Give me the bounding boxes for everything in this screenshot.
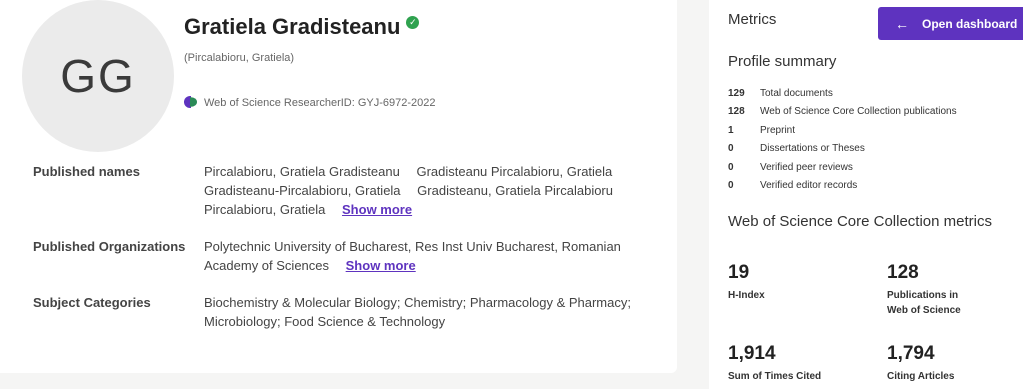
published-name: Pircalabioru, Gratiela — [204, 202, 326, 217]
h-index-metric: 19 H-Index — [728, 262, 765, 303]
published-name: Gradisteanu Pircalabioru, Gratiela — [416, 164, 613, 179]
core-collection-metrics-title: Web of Science Core Collection metrics — [728, 213, 992, 230]
publications-metric: 128 Publications in Web of Science — [887, 262, 961, 318]
citing-articles-label: Citing Articles — [887, 371, 955, 382]
metrics-title: Metrics — [728, 11, 777, 28]
subject-categories-label: Subject Categories — [33, 295, 151, 310]
metrics-panel: Metrics ← Open dashboard Profile summary… — [709, 0, 1023, 389]
web-of-science-logo-icon — [184, 96, 197, 109]
publications-label: Publications in Web of Science — [887, 288, 961, 318]
summary-count: 0 — [728, 161, 734, 173]
summary-label: Verified peer reviews — [760, 161, 853, 173]
alternate-name: (Pircalabioru, Gratiela) — [184, 52, 295, 64]
summary-label: Preprint — [760, 124, 796, 136]
published-names-list: Pircalabioru, Gratiela Gradisteanu Gradi… — [204, 162, 664, 219]
subjects-line: Biochemistry & Molecular Biology; Chemis… — [204, 295, 631, 310]
profile-name-row: Gratiela Gradisteanu ✓ — [184, 14, 420, 40]
organizations-value: Polytechnic University of Bucharest, Res… — [204, 237, 664, 275]
citing-articles-metric: 1,794 Citing Articles — [887, 343, 954, 384]
times-cited-label: Sum of Times Cited — [728, 371, 822, 382]
citing-articles-value: 1,794 — [887, 343, 935, 364]
summary-count: 1 — [728, 124, 734, 136]
summary-row: 0 Verified peer reviews — [728, 158, 957, 177]
published-name: Gradisteanu, Gratiela Pircalabioru — [417, 183, 613, 198]
summary-count: 0 — [728, 143, 734, 155]
researcher-id: Web of Science ResearcherID: GYJ-6972-20… — [204, 96, 436, 109]
h-index-label: H-Index — [728, 290, 765, 301]
summary-row: 128 Web of Science Core Collection publi… — [728, 103, 957, 122]
published-names-label: Published names — [33, 164, 140, 179]
open-dashboard-label: Open dashboard — [922, 16, 1018, 31]
avatar: GG — [22, 0, 174, 152]
organizations-line: Academy of Sciences — [204, 258, 330, 273]
summary-row: 0 Verified editor records — [728, 177, 957, 196]
summary-label: Web of Science Core Collection publicati… — [760, 106, 957, 118]
organizations-label: Published Organizations — [33, 239, 186, 254]
show-more-organizations-link[interactable]: Show more — [346, 258, 416, 273]
summary-count: 128 — [728, 106, 745, 118]
times-cited-metric: 1,914 Sum of Times Cited — [728, 343, 821, 384]
profile-summary-title: Profile summary — [728, 53, 837, 70]
summary-row: 1 Preprint — [728, 121, 957, 140]
published-name: Gradisteanu-Pircalabioru, Gratiela — [204, 183, 401, 198]
summary-row: 129 Total documents — [728, 84, 957, 103]
publications-value: 128 — [887, 262, 919, 283]
publications-label-line: Web of Science — [887, 305, 961, 316]
summary-count: 129 — [728, 87, 745, 99]
summary-row: 0 Dissertations or Theses — [728, 140, 957, 159]
researcher-id-row: Web of Science ResearcherID: GYJ-6972-20… — [184, 96, 436, 109]
organizations-line: Polytechnic University of Bucharest, Res… — [204, 239, 621, 254]
show-more-names-link[interactable]: Show more — [342, 202, 412, 217]
h-index-value: 19 — [728, 262, 750, 283]
summary-label: Verified editor records — [760, 180, 858, 192]
arrow-left-icon: ← — [895, 15, 909, 32]
profile-card: GG Gratiela Gradisteanu ✓ (Pircalabioru,… — [0, 0, 677, 373]
subject-categories-value: Biochemistry & Molecular Biology; Chemis… — [204, 293, 664, 331]
open-dashboard-button[interactable]: ← Open dashboard — [878, 7, 1023, 40]
summary-count: 0 — [728, 180, 734, 192]
profile-summary-list: 129 Total documents 128 Web of Science C… — [728, 84, 957, 195]
publications-label-line: Publications in — [887, 290, 959, 301]
summary-label: Total documents — [760, 87, 833, 99]
published-name: Pircalabioru, Gratiela Gradisteanu — [204, 164, 400, 179]
subjects-line: Microbiology; Food Science & Technology — [204, 314, 446, 329]
profile-name: Gratiela Gradisteanu — [184, 14, 401, 39]
times-cited-value: 1,914 — [728, 343, 776, 364]
summary-label: Dissertations or Theses — [760, 143, 865, 155]
verified-check-icon: ✓ — [406, 15, 420, 29]
